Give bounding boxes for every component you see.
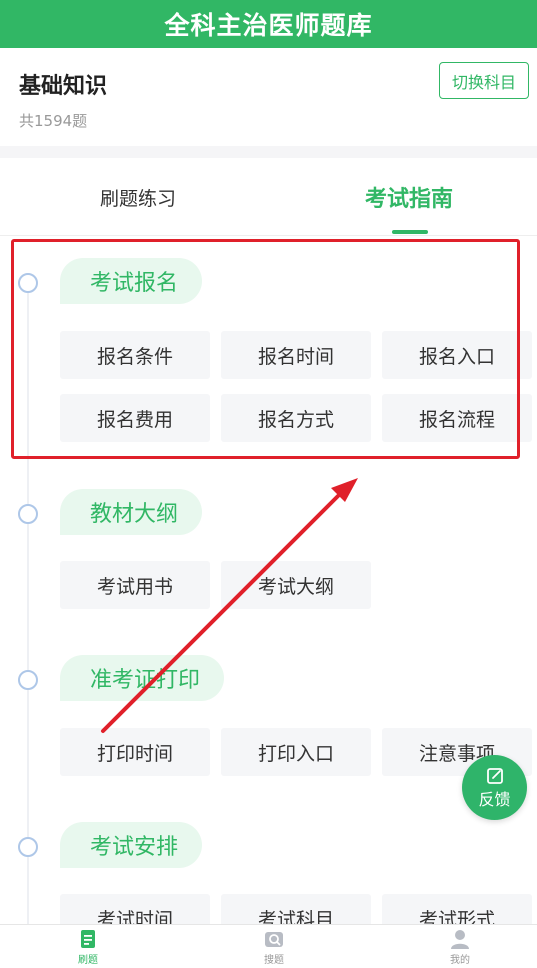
subject-name: 基础知识 (19, 74, 108, 99)
guide-item-print-entry[interactable]: 打印入口 (221, 728, 371, 776)
subject-header: 基础知识 共1594题 切换科目 (0, 48, 537, 146)
nav-item-search[interactable]: 搜题 (244, 929, 304, 968)
tab-exam-guide[interactable]: 考试指南 (309, 158, 509, 236)
timeline-dot (18, 504, 38, 524)
tab-bar: 刷题练习 考试指南 (0, 158, 537, 236)
app-screen: 全科主治医师题库 基础知识 共1594题 切换科目 刷题练习 考试指南 考试报名… (0, 0, 537, 968)
nav-label: 刷题 (78, 955, 98, 966)
switch-subject-button[interactable]: 切换科目 (439, 62, 529, 99)
nav-label: 我的 (450, 955, 470, 966)
nav-item-practice[interactable]: 刷题 (58, 929, 118, 968)
guide-item-registration-time[interactable]: 报名时间 (221, 331, 371, 379)
guide-item-exam-books[interactable]: 考试用书 (60, 561, 210, 609)
document-icon (81, 930, 95, 948)
timeline-dot (18, 273, 38, 293)
camera-search-icon (265, 932, 283, 947)
title-bar: 全科主治医师题库 (0, 0, 537, 48)
guide-item-registration-fee[interactable]: 报名费用 (60, 394, 210, 442)
active-tab-indicator (392, 230, 428, 234)
timeline-dot (18, 837, 38, 857)
nav-label: 搜题 (264, 955, 284, 966)
timeline-dot (18, 670, 38, 690)
nav-item-profile[interactable]: 我的 (430, 929, 490, 968)
bottom-navigation: 刷题 搜题 我的 (0, 924, 537, 968)
guide-item-exam-syllabus[interactable]: 考试大纲 (221, 561, 371, 609)
guide-item-registration-entry[interactable]: 报名入口 (382, 331, 532, 379)
feedback-label: 反馈 (478, 789, 511, 809)
feedback-button[interactable]: 反馈 (462, 755, 527, 820)
guide-item-registration-conditions[interactable]: 报名条件 (60, 331, 210, 379)
edit-icon (486, 767, 503, 784)
section-title-admission-ticket: 准考证打印 (60, 655, 225, 701)
guide-item-registration-process[interactable]: 报名流程 (382, 394, 532, 442)
user-icon (451, 930, 469, 949)
section-title-registration: 考试报名 (60, 258, 203, 304)
tab-practice[interactable]: 刷题练习 (38, 158, 238, 236)
guide-item-registration-method[interactable]: 报名方式 (221, 394, 371, 442)
question-count: 共1594题 (19, 112, 88, 130)
app-title: 全科主治医师题库 (164, 11, 373, 40)
guide-item-print-time[interactable]: 打印时间 (60, 728, 210, 776)
divider (0, 146, 537, 158)
section-title-exam-schedule: 考试安排 (60, 822, 203, 868)
section-title-textbook: 教材大纲 (60, 489, 203, 535)
